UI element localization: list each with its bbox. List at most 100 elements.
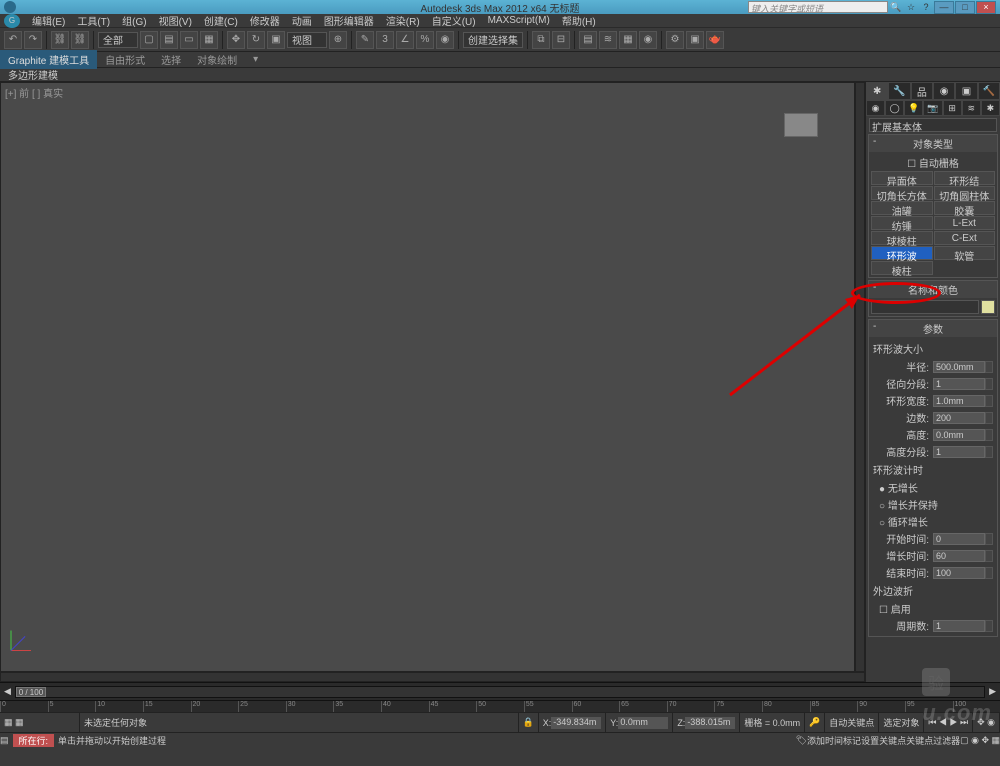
slider-prev-button[interactable]: ◀ bbox=[4, 686, 11, 697]
render-frame-button[interactable]: ▣ bbox=[686, 31, 704, 49]
spinner-arrows[interactable] bbox=[985, 361, 993, 373]
menu-maxscript[interactable]: MAXScript(M) bbox=[482, 15, 556, 26]
object-type-button[interactable]: 胶囊 bbox=[934, 201, 996, 215]
link-button[interactable]: ⛓ bbox=[51, 31, 69, 49]
menu-rendering[interactable]: 渲染(R) bbox=[380, 13, 426, 28]
spacewarps-subtab[interactable]: ≋ bbox=[962, 100, 981, 116]
ref-coord-combo[interactable]: 视图 bbox=[287, 32, 327, 48]
app-menu-icon[interactable]: G bbox=[4, 14, 20, 28]
rotate-button[interactable]: ↻ bbox=[247, 31, 265, 49]
selection-filter-combo[interactable]: 全部 bbox=[98, 32, 138, 48]
rollout-head[interactable]: 参数 bbox=[869, 320, 997, 337]
render-button[interactable]: 🫖 bbox=[706, 31, 724, 49]
spinner-arrows[interactable] bbox=[985, 550, 993, 562]
starttime-spinner[interactable]: 0 bbox=[933, 533, 985, 545]
sides-spinner[interactable]: 200 bbox=[933, 412, 985, 424]
select-name-button[interactable]: ▤ bbox=[160, 31, 178, 49]
hierarchy-tab[interactable]: 品 bbox=[911, 82, 933, 100]
radio-nogrowth[interactable]: 无增长 bbox=[871, 479, 995, 496]
select-region-button[interactable]: ▭ bbox=[180, 31, 198, 49]
align-button[interactable]: ⊟ bbox=[552, 31, 570, 49]
viewport-scrollbar-h[interactable] bbox=[0, 672, 865, 682]
keyfilter-button[interactable]: 关键点过滤器 bbox=[906, 734, 960, 747]
radius-spinner[interactable]: 500.0mm bbox=[933, 361, 985, 373]
ribbon-tab-object-paint[interactable]: 对象绘制 bbox=[189, 50, 245, 69]
angle-snap-button[interactable]: ∠ bbox=[396, 31, 414, 49]
growtime-spinner[interactable]: 60 bbox=[933, 550, 985, 562]
create-tab[interactable]: ✱ bbox=[866, 82, 888, 100]
unlink-button[interactable]: ⛓ bbox=[71, 31, 89, 49]
object-type-button[interactable]: 油罐 bbox=[871, 201, 933, 215]
motion-tab[interactable]: ◉ bbox=[933, 82, 955, 100]
autokey-button[interactable]: 自动关键点 bbox=[825, 713, 879, 732]
rollout-head[interactable]: 对象类型 bbox=[869, 135, 997, 152]
help-search-input[interactable]: 键入关键字或短语 bbox=[748, 1, 888, 13]
object-type-button[interactable]: 切角长方体 bbox=[871, 186, 933, 200]
spinner-arrows[interactable] bbox=[985, 395, 993, 407]
spinner-arrows[interactable] bbox=[985, 412, 993, 424]
selobj-combo[interactable]: 选定对象 bbox=[879, 713, 924, 732]
script-icon[interactable]: ▤ bbox=[0, 735, 9, 746]
geometry-subtab[interactable]: ◉ bbox=[866, 100, 885, 116]
layers-button[interactable]: ▤ bbox=[579, 31, 597, 49]
material-editor-button[interactable]: ◉ bbox=[639, 31, 657, 49]
object-name-input[interactable] bbox=[871, 300, 979, 314]
object-category-combo[interactable]: 扩展基本体 bbox=[869, 118, 997, 132]
viewport-scrollbar-v[interactable] bbox=[855, 82, 865, 672]
render-setup-button[interactable]: ⚙ bbox=[666, 31, 684, 49]
viewcube[interactable] bbox=[784, 113, 818, 137]
snap-toggle-button[interactable]: 3 bbox=[376, 31, 394, 49]
ribbon-tab-freeform[interactable]: 自由形式 bbox=[97, 50, 153, 69]
spinner-arrows[interactable] bbox=[985, 446, 993, 458]
time-slider[interactable]: ◀ 0 / 100 ▶ bbox=[0, 682, 1000, 700]
menu-modifiers[interactable]: 修改器 bbox=[244, 13, 286, 28]
nav-icons-2[interactable]: ▢ ◉ ✥ ▦ bbox=[960, 735, 1000, 746]
ribbon-tab-selection[interactable]: 选择 bbox=[153, 50, 189, 69]
maximize-button[interactable]: □ bbox=[955, 1, 975, 14]
manipulate-button[interactable]: ✎ bbox=[356, 31, 374, 49]
spinner-arrows[interactable] bbox=[985, 567, 993, 579]
track-line-button[interactable]: 所在行: bbox=[13, 734, 55, 747]
time-ruler[interactable]: 0510152025303540455055606570758085909510… bbox=[0, 700, 1000, 712]
menu-animation[interactable]: 动画 bbox=[286, 13, 318, 28]
tag-icon[interactable]: 🏷 bbox=[796, 735, 807, 746]
object-type-button[interactable]: 异面体 bbox=[871, 171, 933, 185]
autogrid-checkbox[interactable]: ☐ 自动栅格 bbox=[871, 154, 995, 171]
coord-x-input[interactable]: -349.834m bbox=[551, 717, 601, 729]
slider-next-button[interactable]: ▶ bbox=[989, 686, 996, 697]
object-type-button[interactable]: 纺锤 bbox=[871, 216, 933, 230]
close-button[interactable]: × bbox=[976, 1, 996, 14]
object-type-button[interactable]: 软管 bbox=[934, 246, 996, 260]
object-color-swatch[interactable] bbox=[981, 300, 995, 314]
scale-button[interactable]: ▣ bbox=[267, 31, 285, 49]
radio-growhold[interactable]: 增长并保持 bbox=[871, 496, 995, 513]
menu-help[interactable]: 帮助(H) bbox=[556, 13, 602, 28]
time-marker[interactable]: 0 / 100 bbox=[16, 687, 46, 697]
menu-tools[interactable]: 工具(T) bbox=[71, 13, 116, 28]
radseg-spinner[interactable]: 1 bbox=[933, 378, 985, 390]
object-type-button[interactable]: 球棱柱 bbox=[871, 231, 933, 245]
ringwidth-spinner[interactable]: 1.0mm bbox=[933, 395, 985, 407]
coord-y-input[interactable]: 0.0mm bbox=[618, 717, 668, 729]
spinner-arrows[interactable] bbox=[985, 533, 993, 545]
menu-graph-editors[interactable]: 图形编辑器 bbox=[318, 13, 380, 28]
cycles-spinner[interactable]: 1 bbox=[933, 620, 985, 632]
ribbon-expand-icon[interactable]: ▾ bbox=[245, 52, 266, 67]
spinner-arrows[interactable] bbox=[985, 620, 993, 632]
heightseg-spinner[interactable]: 1 bbox=[933, 446, 985, 458]
undo-button[interactable]: ↶ bbox=[4, 31, 22, 49]
minimize-button[interactable]: — bbox=[934, 1, 954, 14]
schematic-button[interactable]: ▦ bbox=[619, 31, 637, 49]
coord-z-input[interactable]: -388.015m bbox=[685, 717, 735, 729]
object-type-button[interactable]: 环形结 bbox=[934, 171, 996, 185]
menu-customize[interactable]: 自定义(U) bbox=[426, 13, 482, 28]
radio-loop[interactable]: 循环增长 bbox=[871, 513, 995, 530]
spinner-arrows[interactable] bbox=[985, 429, 993, 441]
helpers-subtab[interactable]: ⊞ bbox=[943, 100, 962, 116]
setkey-button[interactable]: 设置关键点 bbox=[861, 734, 906, 747]
curve-editor-button[interactable]: ≋ bbox=[599, 31, 617, 49]
help-icon[interactable]: ? bbox=[919, 1, 933, 13]
favorite-icon[interactable]: ☆ bbox=[904, 1, 918, 13]
rollout-head[interactable]: 名称和颜色 bbox=[869, 281, 997, 298]
height-spinner[interactable]: 0.0mm bbox=[933, 429, 985, 441]
